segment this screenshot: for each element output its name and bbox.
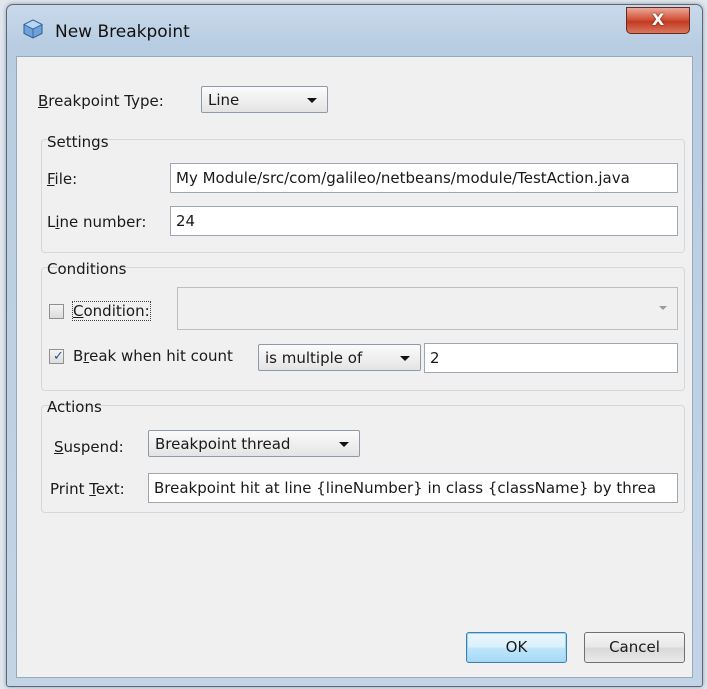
mnemonic: F [47,170,55,188]
actions-title: Actions [47,398,102,416]
window-title: New Breakpoint [55,22,190,42]
label-text: ile: [54,170,78,188]
print-text-value: Breakpoint hit at line {lineNumber} in c… [154,479,657,497]
suspend-value: Breakpoint thread [155,435,291,453]
breakpoint-type-label: Breakpoint Type: [38,92,164,110]
cancel-button[interactable]: Cancel [584,632,685,663]
title-bar[interactable]: New Breakpoint X [7,5,702,55]
dialog-window: New Breakpoint X Breakpoint Type: Line S… [6,4,703,687]
suspend-label: Suspend: [54,438,124,456]
label-text: reakpoint Type: [48,92,164,110]
close-button[interactable]: X [626,7,690,34]
hit-count-mode-value: is multiple of [265,349,363,367]
label-text: Print [50,480,90,498]
cube-icon [23,19,43,39]
checkmark-icon: ✓ [53,349,64,364]
line-number-label: Line number: [47,213,146,231]
hit-count-field[interactable]: 2 [424,343,678,373]
label-text: ondition: [83,302,150,320]
breakpoint-type-value: Line [208,91,240,109]
label-text: B [73,347,84,365]
settings-title: Settings [47,133,109,151]
file-value: My Module/src/com/galileo/netbeans/modul… [176,169,630,187]
ok-button[interactable]: OK [466,632,567,663]
line-number-value: 24 [176,212,196,230]
dropdown-arrow-icon [307,98,317,103]
mnemonic: S [54,438,64,456]
condition-editor[interactable] [177,287,678,330]
mnemonic: B [38,92,49,110]
mnemonic: T [89,480,96,498]
conditions-title: Conditions [47,260,127,278]
condition-checkbox[interactable] [49,304,64,319]
mnemonic: C [73,302,84,320]
suspend-combo[interactable]: Breakpoint thread [148,430,360,457]
dropdown-arrow-icon [659,306,667,310]
label-text: ext: [95,480,125,498]
dropdown-arrow-icon [400,356,410,361]
print-text-field[interactable]: Breakpoint hit at line {lineNumber} in c… [148,473,678,503]
breakpoint-type-combo[interactable]: Line [201,86,328,113]
file-field[interactable]: My Module/src/com/galileo/netbeans/modul… [170,163,678,193]
hit-count-mode-combo[interactable]: is multiple of [258,344,421,371]
break-hit-count-label: Break when hit count [73,347,233,365]
label-text: eak when hit count [89,347,233,365]
hit-count-value: 2 [430,349,440,367]
file-label: File: [47,170,77,188]
line-number-field[interactable]: 24 [170,206,678,236]
break-hit-count-checkbox[interactable]: ✓ [49,349,64,364]
dropdown-arrow-icon [339,442,349,447]
condition-label: Condition: [72,301,151,321]
print-text-label: Print Text: [50,480,125,498]
dialog-content: Breakpoint Type: Line Settings File: My … [16,56,693,678]
label-text: ne number: [59,213,147,231]
close-icon: X [651,10,665,29]
label-text: uspend: [63,438,124,456]
